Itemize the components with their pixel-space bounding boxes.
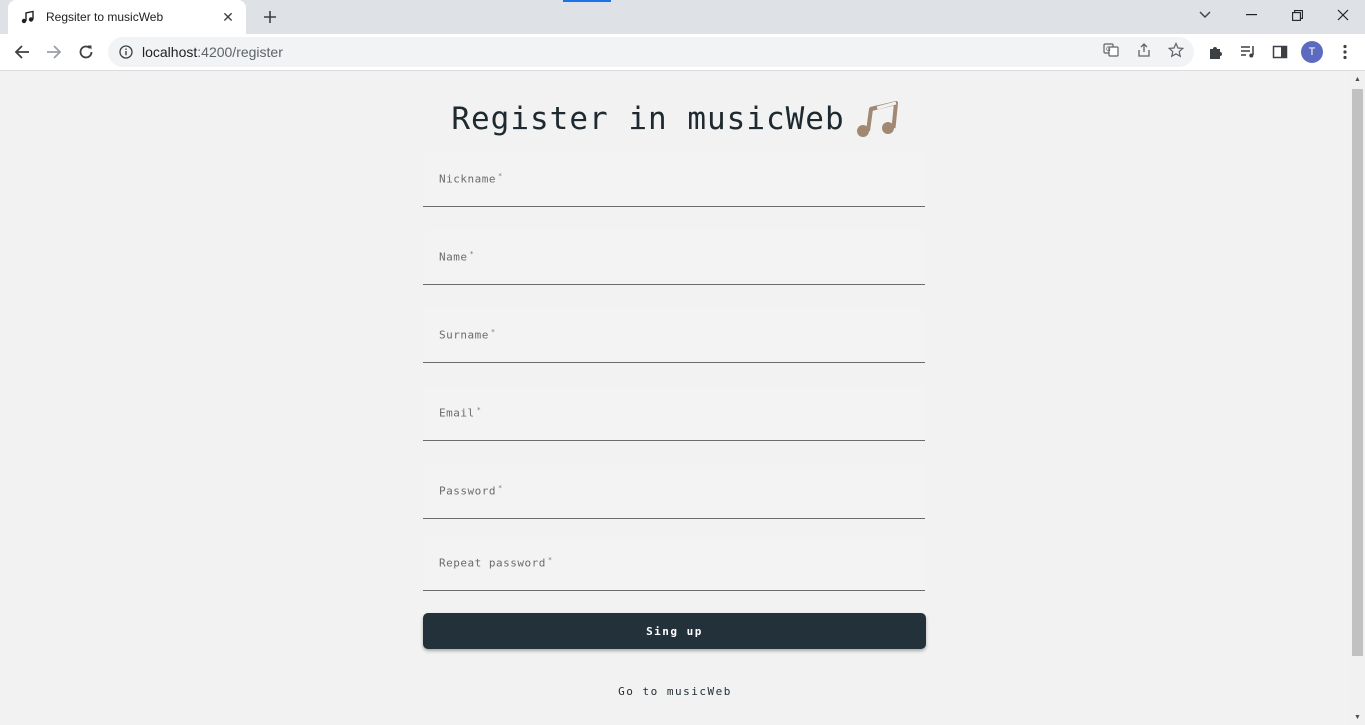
email-field[interactable]: Email * <box>423 386 925 441</box>
nickname-field[interactable]: Nickname * <box>423 152 925 207</box>
name-field[interactable]: Name * <box>423 230 925 285</box>
repeat-password-field[interactable]: Repeat password * <box>423 536 925 591</box>
scroll-down-arrow-icon[interactable]: ▼ <box>1350 711 1365 723</box>
page-title: Register in musicWeb <box>451 101 845 137</box>
restore-icon[interactable] <box>1274 0 1320 30</box>
url-path: :4200/register <box>197 44 283 60</box>
browser-tab[interactable]: Regsiter to musicWeb ✕ <box>8 0 246 34</box>
password-input[interactable] <box>423 464 925 518</box>
signup-button[interactable]: Sing up <box>423 613 926 649</box>
side-panel-icon[interactable] <box>1270 42 1290 62</box>
scroll-thumb[interactable] <box>1352 89 1363 656</box>
info-icon[interactable] <box>118 44 134 60</box>
surname-field[interactable]: Surname * <box>423 308 925 363</box>
translate-icon[interactable]: G <box>1102 41 1120 59</box>
name-input[interactable] <box>423 230 925 284</box>
close-tab-icon[interactable]: ✕ <box>220 9 236 25</box>
music-notes-icon <box>856 101 898 137</box>
page-heading: Register in musicWeb <box>0 99 1350 139</box>
tab-search-chevron-icon[interactable] <box>1182 0 1228 30</box>
url-host: localhost <box>142 44 198 60</box>
reload-icon[interactable] <box>72 38 100 66</box>
tab-loading-indicator <box>563 0 611 2</box>
bookmark-star-icon[interactable] <box>1167 41 1185 59</box>
media-control-icon[interactable] <box>1238 42 1258 62</box>
profile-avatar[interactable]: T <box>1301 41 1323 63</box>
music-note-favicon-icon <box>20 9 36 25</box>
forward-icon[interactable] <box>40 38 68 66</box>
new-tab-plus-icon[interactable] <box>258 5 282 29</box>
page-scrollbar[interactable]: ▲ ▼ <box>1350 71 1365 725</box>
email-input[interactable] <box>423 386 925 440</box>
back-icon[interactable] <box>8 38 36 66</box>
share-icon[interactable] <box>1135 41 1153 59</box>
surname-input[interactable] <box>423 308 925 362</box>
register-page: Register in musicWeb Nickname * Name * Sur… <box>0 71 1350 725</box>
svg-text:G: G <box>1106 46 1111 53</box>
password-field[interactable]: Password * <box>423 464 925 519</box>
address-bar[interactable]: localhost:4200/register <box>108 37 1194 67</box>
close-window-icon[interactable] <box>1320 0 1365 30</box>
repeat-password-input[interactable] <box>423 536 925 590</box>
tab-title: Regsiter to musicWeb <box>46 10 164 24</box>
browser-toolbar: localhost:4200/register G T <box>0 34 1365 71</box>
menu-kebab-icon[interactable] <box>1335 42 1355 62</box>
browser-titlebar: Regsiter to musicWeb ✕ <box>0 0 1365 34</box>
extensions-puzzle-icon[interactable] <box>1206 42 1226 62</box>
scroll-up-arrow-icon[interactable]: ▲ <box>1350 73 1365 85</box>
go-to-musicweb-link[interactable]: Go to musicWeb <box>0 685 1350 698</box>
nickname-input[interactable] <box>423 152 925 206</box>
url-text: localhost:4200/register <box>142 44 283 60</box>
minimize-icon[interactable] <box>1228 0 1274 30</box>
